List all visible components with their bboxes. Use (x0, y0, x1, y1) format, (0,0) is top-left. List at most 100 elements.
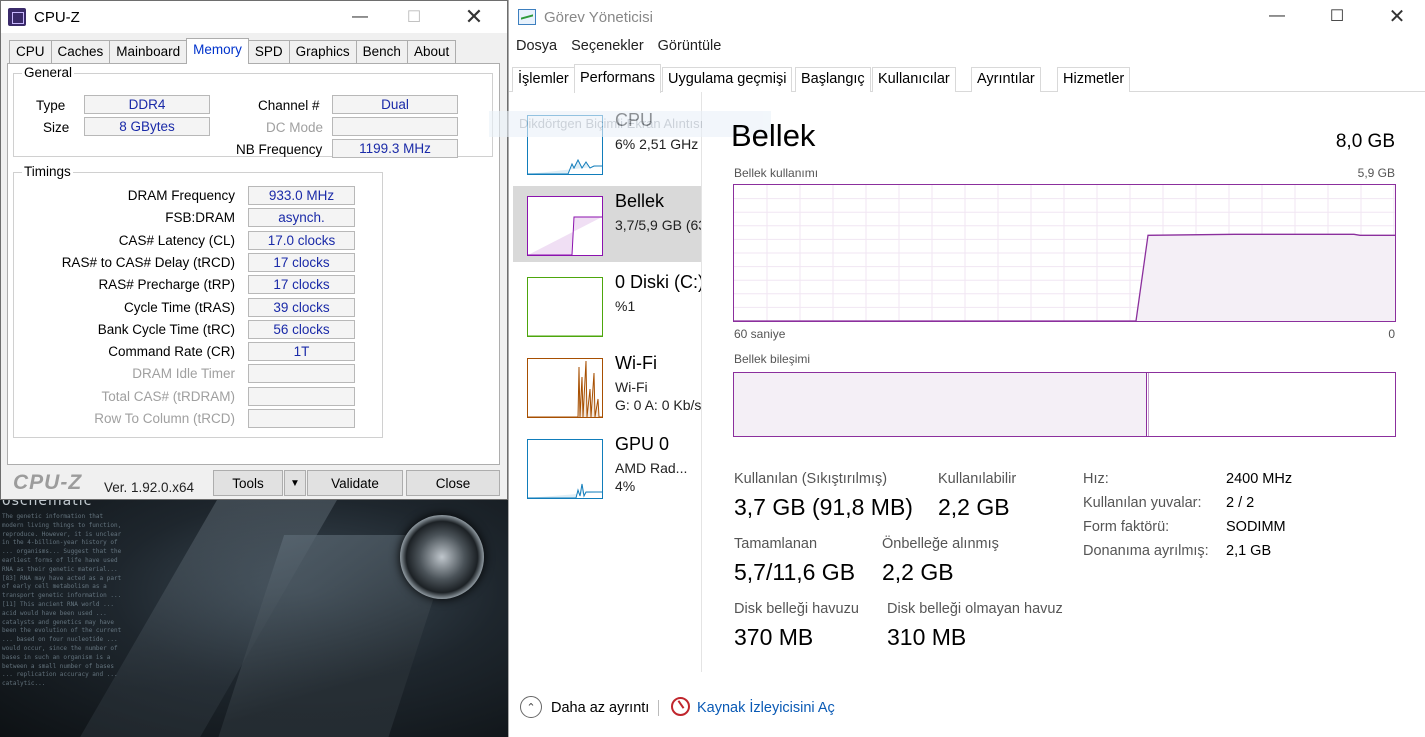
tab-6[interactable]: Hizmetler (1057, 67, 1131, 92)
tools-dropdown-button[interactable]: ▼ (284, 470, 306, 496)
channel-label: Channel # (258, 98, 320, 113)
validate-button[interactable]: Validate (307, 470, 403, 496)
sidebar-thumbnail (527, 196, 603, 256)
dcmode-value (332, 117, 458, 136)
timing-value: 39 clocks (248, 297, 355, 317)
sidebar-item-detail: AMD Rad... (615, 460, 688, 476)
general-group: General Type DDR4 Size 8 GBytes Channel … (13, 65, 493, 158)
sidebar-item-3[interactable]: Wi-Fi Wi-Fi G: 0 A: 0 Kb/s (513, 348, 701, 424)
sidebar-item-4[interactable]: GPU 0 AMD Rad... 4% (513, 429, 701, 505)
chevron-up-icon[interactable]: ⌃ (520, 696, 542, 718)
dcmode-label: DC Mode (266, 120, 324, 135)
composition-graph-label: Bellek bileşimi (734, 352, 811, 366)
timing-value (248, 364, 355, 384)
spec-value: SODIMM (1226, 519, 1286, 535)
spec-label: Form faktörü: (1083, 519, 1170, 535)
menu-1[interactable]: Seçenekler (571, 38, 644, 54)
maximize-button[interactable]: ☐ (1314, 0, 1360, 32)
committed-label: Tamamlanan (734, 536, 818, 552)
task-manager-app-icon (518, 9, 536, 25)
task-manager-window: Görev Yöneticisi — ☐ ✕ Dosya Seçenekler Gö… (489, 0, 1425, 737)
close-button[interactable]: ✕ (451, 1, 497, 33)
sidebar-item-2[interactable]: 0 Diski (C:) %1 (513, 267, 701, 343)
timing-label: Bank Cycle Time (tRC) (97, 321, 235, 337)
tab-about[interactable]: About (406, 40, 457, 64)
cpuz-close-button[interactable]: Close (406, 470, 500, 496)
minimize-button[interactable]: — (337, 1, 383, 33)
spec-label: Kullanılan yuvalar: (1083, 495, 1202, 511)
sidebar-item-detail: Wi-Fi (615, 379, 648, 395)
tab-2[interactable]: Uygulama geçmişi (662, 67, 793, 92)
close-icon: ✕ (1388, 5, 1406, 28)
memory-composition-graph (733, 372, 1396, 437)
minimize-icon: — (1269, 7, 1285, 24)
type-value: DDR4 (84, 95, 210, 114)
cpuz-titlebar[interactable]: CPU-Z — ☐ ✕ (1, 1, 507, 33)
timing-value: asynch. (248, 208, 355, 228)
tab-mainboard[interactable]: Mainboard (109, 40, 188, 64)
cached-value: 2,2 GB (882, 559, 954, 585)
cpuz-memory-panel: General Type DDR4 Size 8 GBytes Channel … (7, 63, 500, 465)
close-button[interactable]: ✕ (1374, 0, 1420, 32)
tab-4[interactable]: Kullanıcılar (872, 67, 956, 92)
tab-caches[interactable]: Caches (50, 40, 111, 64)
tm-window-title: Görev Yöneticisi (544, 8, 653, 26)
spec-label: Donanıma ayrılmış: (1083, 543, 1209, 559)
graph-axis-left: 60 saniye (734, 327, 786, 341)
cpuz-logo: CPU-Z (13, 471, 83, 494)
dropdown-arrow-icon: ▼ (290, 477, 300, 489)
page-title: Bellek (731, 118, 816, 153)
tab-5[interactable]: Ayrıntılar (971, 67, 1041, 92)
tab-cpu[interactable]: CPU (9, 40, 52, 64)
tab-spd[interactable]: SPD (247, 40, 290, 64)
timing-label: DRAM Idle Timer (132, 366, 235, 382)
sidebar-item-1[interactable]: Bellek 3,7/5,9 GB (63%) (513, 186, 701, 262)
menu-2[interactable]: Görüntüle (658, 38, 722, 54)
tm-footer: ⌃ Daha az ayrıntı Kaynak İzleyicisini Aç (509, 672, 1425, 737)
maximize-icon: ☐ (406, 9, 422, 26)
open-resource-monitor-link[interactable]: Kaynak İzleyicisini Aç (697, 700, 835, 716)
tools-button[interactable]: Tools (213, 470, 283, 496)
tab-3[interactable]: Başlangıç (795, 67, 871, 92)
timing-value: 933.0 MHz (248, 186, 355, 205)
cpuz-tab-bar: CPU Caches Mainboard Memory SPD Graphics Bench… (9, 38, 457, 64)
nonpaged-pool-value: 310 MB (887, 624, 967, 650)
cpuz-footer: CPU-Z Ver. 1.92.0.x64 Tools ▼ Validate C… (1, 467, 507, 499)
timing-label: Command Rate (CR) (108, 344, 235, 360)
in-use-value: 3,7 GB (91,8 MB) (734, 494, 913, 520)
tab-0[interactable]: İşlemler (512, 67, 575, 92)
memory-usage-chart (734, 185, 1395, 322)
timing-value: 56 clocks (248, 319, 355, 339)
sidebar-item-detail: 4% (615, 478, 636, 494)
sidebar-item-detail: %1 (615, 298, 636, 314)
spec-value: 2,1 GB (1226, 543, 1272, 559)
sidebar-item-detail: 3,7/5,9 GB (63%) (615, 217, 701, 233)
maximize-button[interactable]: ☐ (391, 1, 437, 33)
available-value: 2,2 GB (938, 494, 1010, 520)
timing-label: RAS# to CAS# Delay (tRCD) (61, 254, 235, 270)
tab-bench[interactable]: Bench (355, 40, 408, 64)
sidebar-thumbnail (527, 358, 603, 418)
timings-group: Timings DRAM Frequency 933.0 MHz FSB:DRAM a… (13, 164, 383, 438)
type-label: Type (36, 98, 66, 113)
spec-value: 2400 MHz (1226, 471, 1293, 487)
menu-0[interactable]: Dosya (516, 38, 557, 54)
graph-axis-right: 0 (1388, 327, 1395, 341)
timing-label: RAS# Precharge (tRP) (98, 277, 235, 293)
minimize-icon: — (352, 8, 368, 25)
timing-value (248, 409, 355, 428)
size-value: 8 GBytes (84, 117, 210, 136)
nbfreq-label: NB Frequency (236, 142, 323, 157)
fewer-details-button[interactable]: Daha az ayrıntı (551, 700, 649, 716)
minimize-button[interactable]: — (1254, 0, 1300, 32)
timing-value: 1T (248, 342, 355, 362)
tab-memory[interactable]: Memory (186, 38, 249, 64)
sidebar-item-name: Bellek (615, 191, 665, 211)
desktop-wallpaper: oschematic The genetic information that … (0, 495, 510, 737)
paged-pool-value: 370 MB (734, 624, 814, 650)
memory-usage-graph (733, 184, 1396, 322)
tab-graphics[interactable]: Graphics (288, 40, 357, 64)
tm-titlebar[interactable]: Görev Yöneticisi — ☐ ✕ (509, 0, 1425, 34)
tab-1[interactable]: Performans (574, 64, 661, 93)
divider (658, 700, 659, 716)
